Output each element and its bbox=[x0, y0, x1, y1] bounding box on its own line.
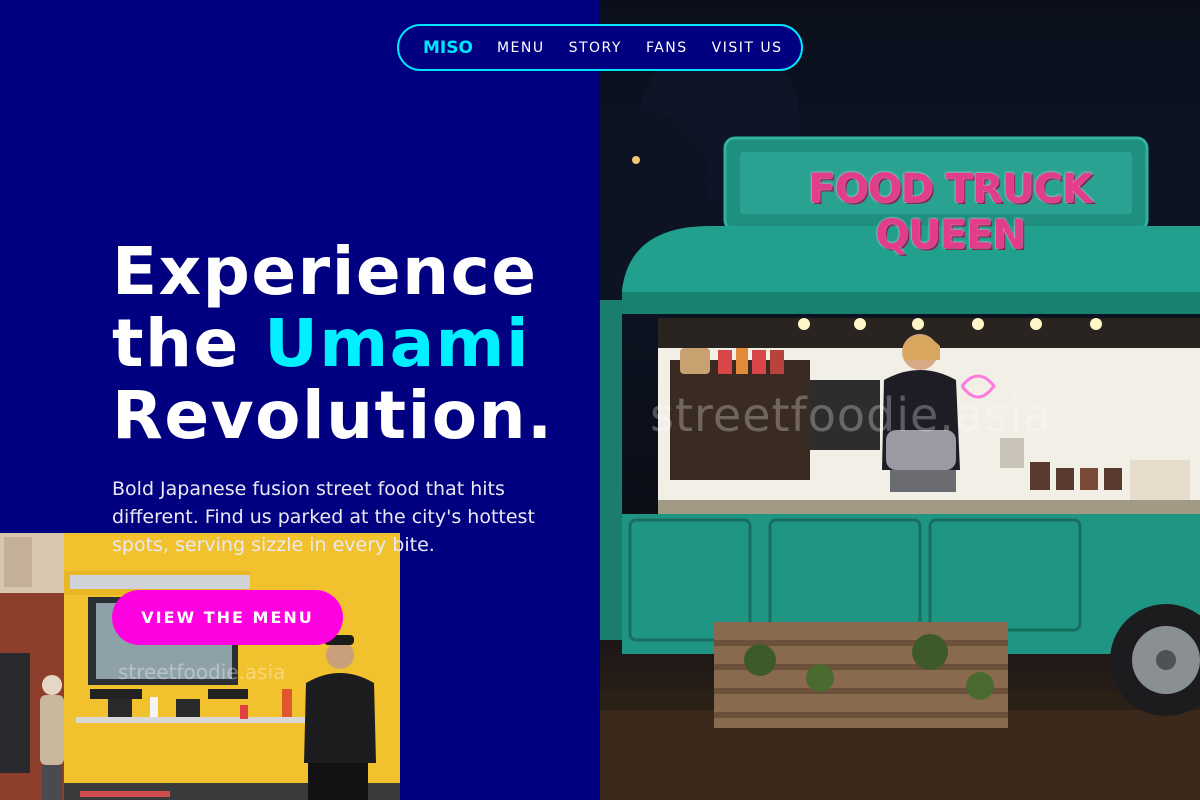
hero-title-line-2-prefix: the bbox=[112, 305, 265, 382]
nav-link-fans[interactable]: FANS bbox=[646, 40, 688, 56]
hero-title-line-1: Experience bbox=[112, 233, 538, 310]
hero-description: Bold Japanese fusion street food that hi… bbox=[112, 478, 535, 556]
truck-sign-text: FOOD TRUCK QUEEN bbox=[808, 166, 1092, 258]
nav-link-menu[interactable]: MENU bbox=[497, 40, 545, 56]
nav-link-visit-us[interactable]: VISIT US bbox=[712, 40, 783, 56]
nav-link-story[interactable]: STORY bbox=[569, 40, 622, 56]
photo-watermark-small: streetfoodie.asia bbox=[118, 660, 286, 684]
top-nav: MISO MENU STORY FANS VISIT US bbox=[397, 24, 803, 71]
hero-title: Experience the Umami Revolution. bbox=[112, 236, 612, 452]
brand-logo[interactable]: MISO bbox=[423, 38, 473, 58]
hero-title-accent: Umami bbox=[264, 305, 531, 382]
hero-title-line-3: Revolution. bbox=[112, 377, 554, 454]
photo-watermark: streetfoodie.asia bbox=[650, 388, 1053, 442]
hero-photo-food-truck: FOOD TRUCK QUEEN streetfoodie.asia bbox=[600, 0, 1200, 800]
secondary-photo-yellow-truck: streetfoodie.asia bbox=[0, 533, 400, 800]
view-menu-button[interactable]: VIEW THE MENU bbox=[112, 590, 343, 645]
